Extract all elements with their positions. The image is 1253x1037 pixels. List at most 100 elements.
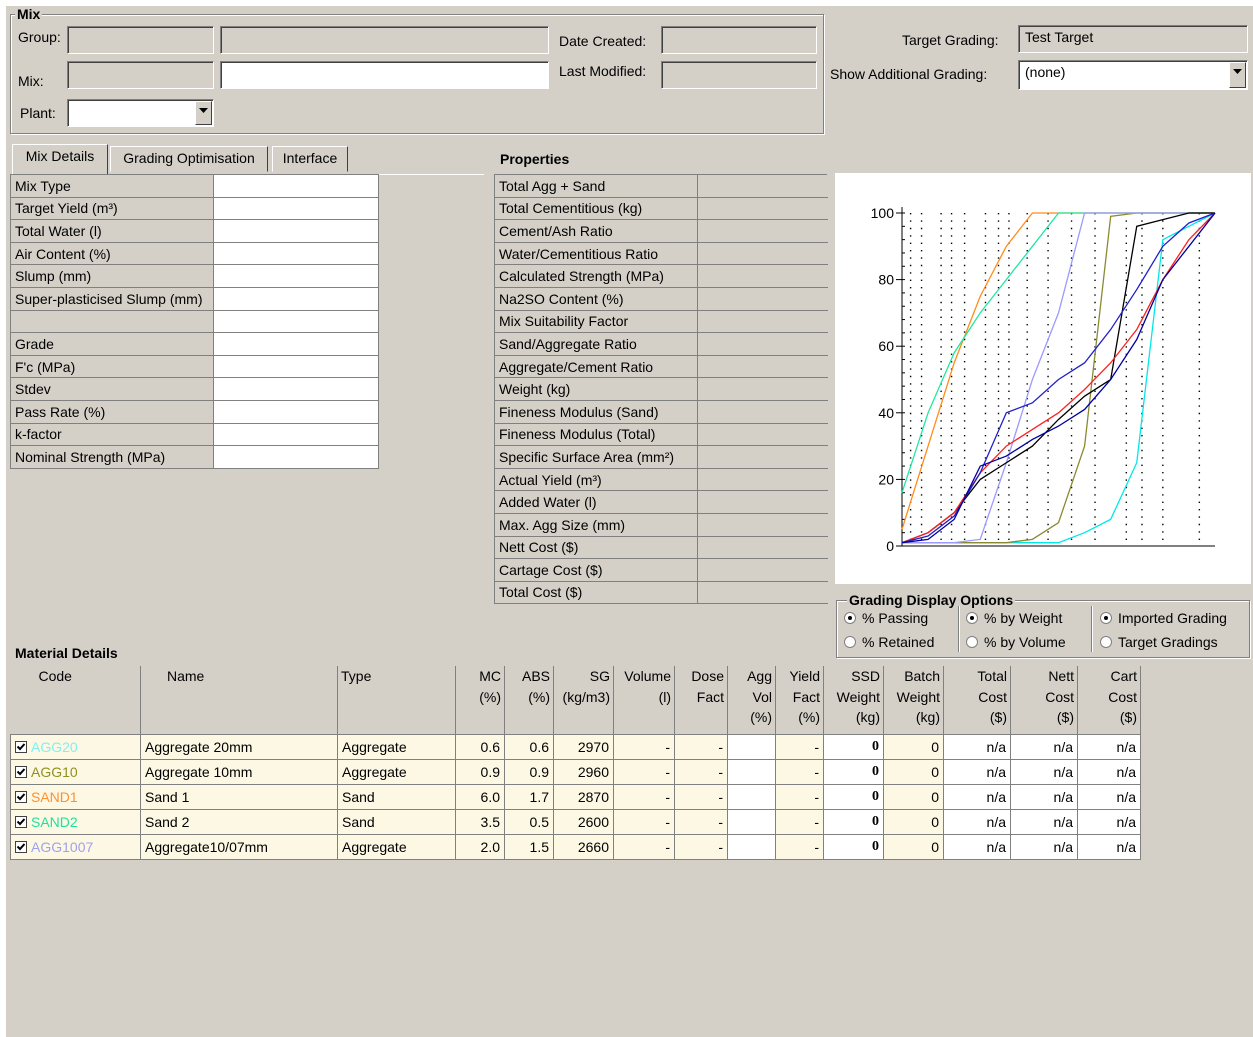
material-dose[interactable]: - — [674, 834, 728, 860]
material-row[interactable]: AGG20 Aggregate 20mm Aggregate 0.6 0.6 2970- -… — [10, 734, 1141, 760]
mix-detail-value[interactable] — [213, 174, 379, 198]
material-row[interactable]: SAND1 Sand 1 Sand 6.0 1.7 2870- - -0 0 n/a n/a n/a — [10, 784, 1141, 810]
material-total[interactable]: n/a — [943, 734, 1011, 760]
material-name[interactable]: Aggregate10/07mm — [140, 834, 338, 860]
material-batch[interactable]: 0 — [883, 784, 944, 810]
material-type[interactable]: Aggregate — [337, 759, 456, 785]
material-nett[interactable]: n/a — [1010, 809, 1078, 835]
mix-detail-value[interactable] — [213, 354, 379, 379]
material-dose[interactable]: - — [674, 784, 728, 810]
material-sg[interactable]: 2660 — [553, 834, 614, 860]
column-header[interactable]: Volume (l) — [613, 666, 675, 735]
material-volume[interactable]: - — [613, 784, 675, 810]
material-nett[interactable]: n/a — [1010, 759, 1078, 785]
column-header[interactable]: Cart Cost ($) — [1077, 666, 1141, 735]
material-aggvol[interactable] — [727, 734, 776, 760]
material-type[interactable]: Sand — [337, 809, 456, 835]
material-name[interactable]: Sand 2 — [140, 809, 338, 835]
material-batch[interactable]: 0 — [883, 809, 944, 835]
column-header[interactable]: Total Cost ($) — [943, 666, 1011, 735]
mix-detail-value[interactable] — [213, 445, 379, 469]
material-code-cell[interactable]: SAND1 — [10, 784, 141, 810]
column-header[interactable]: SG (kg/m3) — [553, 666, 614, 735]
material-volume[interactable]: - — [613, 734, 675, 760]
material-sg[interactable]: 2870 — [553, 784, 614, 810]
column-header[interactable]: Agg Vol (%) — [727, 666, 776, 735]
material-cart[interactable]: n/a — [1077, 759, 1141, 785]
mix-detail-value[interactable] — [213, 422, 379, 447]
material-aggvol[interactable] — [727, 759, 776, 785]
column-header[interactable]: Name — [140, 666, 338, 735]
include-checkbox[interactable] — [15, 791, 27, 803]
material-ssd[interactable]: 0 — [823, 734, 884, 760]
material-ssd[interactable]: 0 — [823, 784, 884, 810]
material-sg[interactable]: 2600 — [553, 809, 614, 835]
material-nett[interactable]: n/a — [1010, 784, 1078, 810]
column-header[interactable]: MC (%) — [455, 666, 505, 735]
material-total[interactable]: n/a — [943, 759, 1011, 785]
material-abs[interactable]: 0.5 — [504, 809, 554, 835]
column-header[interactable]: ABS (%) — [504, 666, 554, 735]
material-sg[interactable]: 2960 — [553, 759, 614, 785]
material-row[interactable]: AGG1007 Aggregate10/07mm Aggregate 2.0 1.5 26… — [10, 834, 1141, 860]
material-nett[interactable]: n/a — [1010, 734, 1078, 760]
mix-detail-value[interactable] — [213, 219, 379, 243]
column-header[interactable]: Dose Fact — [674, 666, 728, 735]
material-name[interactable]: Sand 1 — [140, 784, 338, 810]
material-aggvol[interactable] — [727, 834, 776, 860]
radio-target-gradings[interactable]: Target Gradings — [1100, 634, 1218, 650]
include-checkbox[interactable] — [15, 766, 27, 778]
tab-grading-optimisation[interactable]: Grading Optimisation — [110, 146, 268, 172]
material-yield[interactable]: - — [775, 734, 824, 760]
mix-detail-value[interactable] — [213, 377, 379, 401]
column-header[interactable]: Code — [10, 666, 141, 735]
group-code-field[interactable] — [67, 26, 214, 54]
mix-detail-value[interactable] — [213, 196, 379, 221]
additional-grading-dropdown-button[interactable] — [1229, 62, 1246, 88]
mix-detail-value[interactable] — [213, 332, 379, 356]
material-volume[interactable]: - — [613, 834, 675, 860]
material-abs[interactable]: 0.9 — [504, 759, 554, 785]
material-type[interactable]: Aggregate — [337, 734, 456, 760]
material-yield[interactable]: - — [775, 784, 824, 810]
material-aggvol[interactable] — [727, 809, 776, 835]
material-volume[interactable]: - — [613, 809, 675, 835]
radio-passing[interactable]: % Passing — [844, 610, 928, 626]
radio-retained[interactable]: % Retained — [844, 634, 934, 650]
material-batch[interactable]: 0 — [883, 759, 944, 785]
plant-select[interactable] — [67, 99, 214, 127]
column-header[interactable]: Yield Fact (%) — [775, 666, 824, 735]
include-checkbox[interactable] — [15, 816, 27, 828]
material-mc[interactable]: 0.9 — [455, 759, 505, 785]
material-aggvol[interactable] — [727, 784, 776, 810]
material-code-cell[interactable]: AGG1007 — [10, 834, 141, 860]
material-batch[interactable]: 0 — [883, 834, 944, 860]
material-row[interactable]: SAND2 Sand 2 Sand 3.5 0.5 2600- - -0 0 n/a n/a n/a — [10, 809, 1141, 835]
column-header[interactable]: Nett Cost ($) — [1010, 666, 1078, 735]
material-mc[interactable]: 3.5 — [455, 809, 505, 835]
mix-code-field[interactable] — [67, 61, 214, 89]
material-mc[interactable]: 0.6 — [455, 734, 505, 760]
material-batch[interactable]: 0 — [883, 734, 944, 760]
material-yield[interactable]: - — [775, 759, 824, 785]
include-checkbox[interactable] — [15, 841, 27, 853]
material-cart[interactable]: n/a — [1077, 809, 1141, 835]
group-name-field[interactable] — [220, 26, 549, 54]
material-abs[interactable]: 0.6 — [504, 734, 554, 760]
material-mc[interactable]: 6.0 — [455, 784, 505, 810]
material-abs[interactable]: 1.7 — [504, 784, 554, 810]
column-header[interactable]: Type — [337, 666, 456, 735]
material-code-cell[interactable]: AGG20 — [10, 734, 141, 760]
material-volume[interactable]: - — [613, 759, 675, 785]
material-total[interactable]: n/a — [943, 834, 1011, 860]
material-total[interactable]: n/a — [943, 809, 1011, 835]
material-cart[interactable]: n/a — [1077, 784, 1141, 810]
material-yield[interactable]: - — [775, 834, 824, 860]
material-abs[interactable]: 1.5 — [504, 834, 554, 860]
material-name[interactable]: Aggregate 20mm — [140, 734, 338, 760]
tab-interface[interactable]: Interface — [272, 146, 348, 172]
material-nett[interactable]: n/a — [1010, 834, 1078, 860]
mix-detail-value[interactable] — [213, 241, 379, 266]
column-header[interactable]: SSD Weight (kg) — [823, 666, 884, 735]
column-header[interactable]: Batch Weight (kg) — [883, 666, 944, 735]
